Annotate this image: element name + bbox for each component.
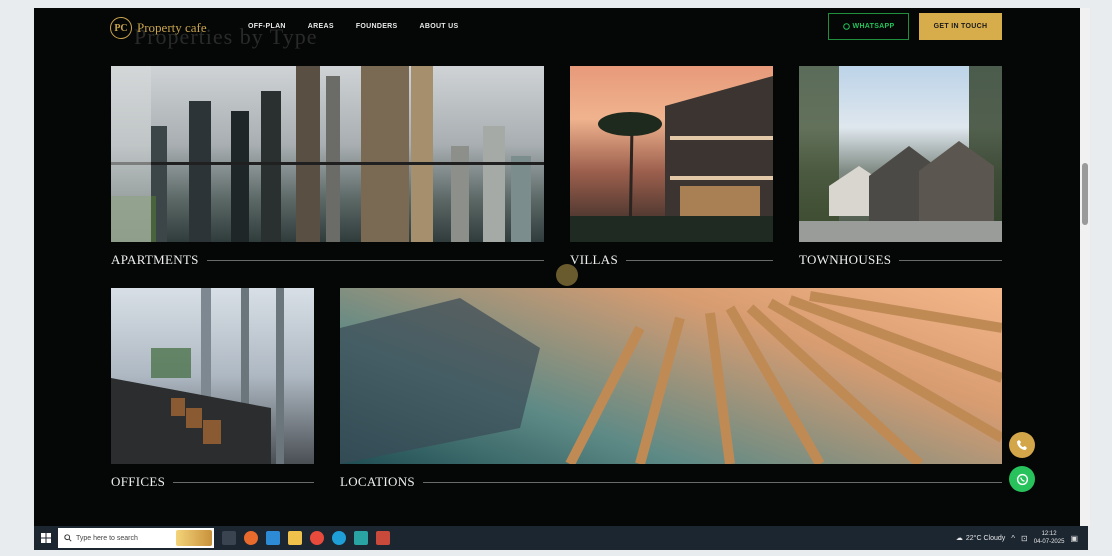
townhouses-caption: TOWNHOUSES xyxy=(799,252,1002,268)
app-icon[interactable] xyxy=(354,531,368,545)
cloud-icon: ☁ xyxy=(955,535,963,542)
time: 12:12 xyxy=(1041,531,1057,537)
store-icon[interactable] xyxy=(266,531,280,545)
file-explorer-icon[interactable] xyxy=(288,531,302,545)
nav-founders[interactable]: FOUNDERS xyxy=(356,23,398,30)
divider xyxy=(899,259,1002,261)
villas-image xyxy=(570,66,773,242)
chevron-up-icon[interactable]: ^ xyxy=(1011,534,1015,543)
nav-areas[interactable]: AREAS xyxy=(308,23,334,30)
call-button[interactable] xyxy=(1009,432,1035,458)
scrollbar-thumb[interactable] xyxy=(1082,163,1088,225)
taskbar: Type here to search ☁ 22°C Cloudy ^ ⊡ 12… xyxy=(34,526,1088,550)
apartments-caption: APARTMENTS xyxy=(111,252,544,268)
start-button[interactable] xyxy=(34,526,58,550)
villas-label: VILLAS xyxy=(570,252,619,267)
search-placeholder: Type here to search xyxy=(76,534,138,542)
pinned-apps xyxy=(222,531,390,545)
divider xyxy=(206,259,544,261)
category-apartments[interactable]: APARTMENTS xyxy=(111,66,544,276)
whatsapp-float-button[interactable] xyxy=(1009,466,1035,492)
offices-label: OFFICES xyxy=(111,474,166,489)
taskbar-search[interactable]: Type here to search xyxy=(58,528,214,548)
apartments-label: APARTMENTS xyxy=(111,252,199,267)
locations-image xyxy=(340,288,1002,464)
category-offices[interactable]: OFFICES xyxy=(111,288,314,498)
notification-icon[interactable]: ▣ xyxy=(1070,534,1078,543)
phone-icon xyxy=(1017,440,1027,450)
weather-widget[interactable]: ☁ 22°C Cloudy xyxy=(955,534,1006,543)
logo-text: Property cafe xyxy=(137,20,207,35)
cursor-highlight xyxy=(556,264,578,286)
category-locations[interactable]: LOCATIONS xyxy=(340,288,1002,498)
copilot-icon[interactable] xyxy=(244,531,258,545)
edge-icon[interactable] xyxy=(332,531,346,545)
category-villas[interactable]: VILLAS xyxy=(570,66,773,276)
townhouses-image xyxy=(799,66,1002,242)
search-icon xyxy=(64,534,72,542)
divider xyxy=(173,481,314,483)
get-in-touch-button[interactable]: GET IN TOUCH xyxy=(919,13,1002,40)
logo-mark: PC xyxy=(110,17,132,39)
weather-text: 22°C Cloudy xyxy=(965,534,1006,542)
offices-caption: OFFICES xyxy=(111,474,314,490)
category-townhouses[interactable]: TOWNHOUSES xyxy=(799,66,1002,276)
whatsapp-label: WHATSAPP xyxy=(852,23,895,30)
locations-label: LOCATIONS xyxy=(340,474,415,489)
site-logo[interactable]: PC Property cafe xyxy=(110,14,207,42)
townhouses-label: TOWNHOUSES xyxy=(799,252,892,267)
whatsapp-icon xyxy=(1016,473,1028,485)
task-view-icon[interactable] xyxy=(222,531,236,545)
date: 04-07-2025 xyxy=(1033,539,1065,545)
chrome-icon[interactable] xyxy=(310,531,324,545)
divider xyxy=(626,259,773,261)
network-icon[interactable]: ⊡ xyxy=(1021,534,1028,543)
browser-viewport: Properties by Type PC Property cafe OFF-… xyxy=(34,8,1080,526)
clock[interactable]: 12:12 04-07-2025 xyxy=(1034,530,1065,546)
offices-image xyxy=(111,288,314,464)
system-tray: ☁ 22°C Cloudy ^ ⊡ 12:12 04-07-2025 ▣ xyxy=(956,530,1088,546)
whatsapp-icon xyxy=(842,23,850,30)
app-icon-active[interactable] xyxy=(376,531,390,545)
nav-off-plan[interactable]: OFF-PLAN xyxy=(248,23,286,30)
divider xyxy=(422,481,1002,483)
vertical-scrollbar[interactable] xyxy=(1080,8,1090,526)
apartments-image xyxy=(111,66,544,242)
windows-icon xyxy=(41,533,51,543)
villas-caption: VILLAS xyxy=(570,252,773,268)
locations-caption: LOCATIONS xyxy=(340,474,1002,490)
search-highlight-image xyxy=(176,530,212,546)
whatsapp-button[interactable]: WHATSAPP xyxy=(828,13,909,40)
main-nav: OFF-PLAN AREAS FOUNDERS ABOUT US xyxy=(248,23,458,30)
nav-about-us[interactable]: ABOUT US xyxy=(420,23,459,30)
